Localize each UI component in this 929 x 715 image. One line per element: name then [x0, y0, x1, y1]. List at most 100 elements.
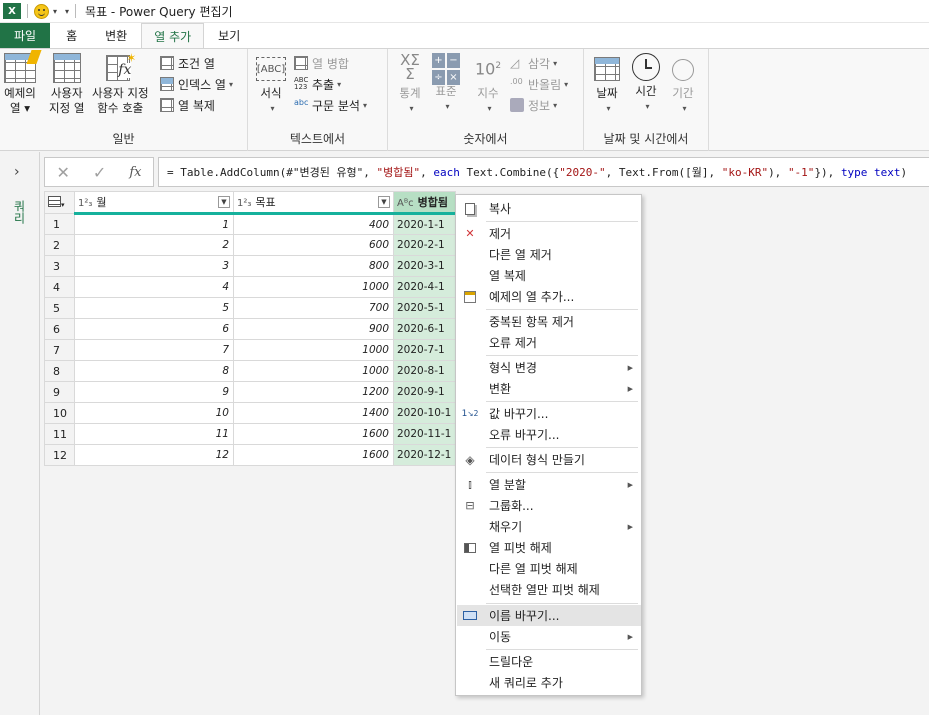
cell-goal[interactable]: 1200 [233, 381, 394, 403]
merge-columns-button[interactable]: 열 병합 [294, 53, 349, 73]
menu-item-change-type[interactable]: 형식 변경 ▶ [457, 357, 641, 378]
cell-goal[interactable]: 700 [233, 297, 394, 319]
statistics-button[interactable]: XΣ Σ 통계 ▾ [394, 53, 426, 116]
standard-button[interactable]: + − ÷ × 표준 ▾ [432, 53, 460, 114]
cell-goal[interactable]: 800 [233, 255, 394, 277]
filter-dropdown-icon[interactable]: ▼ [218, 196, 230, 208]
smiley-dropdown-icon[interactable]: ▾ [53, 7, 57, 16]
cell-goal[interactable]: 1000 [233, 276, 394, 298]
cell-goal[interactable]: 1600 [233, 423, 394, 445]
filter-dropdown-icon[interactable]: ▼ [378, 196, 390, 208]
tab-add-column[interactable]: 열 추가 [141, 23, 205, 48]
cell-month[interactable]: 5 [74, 297, 234, 319]
type-icon[interactable]: 1²₃ [237, 198, 251, 209]
format-button[interactable]: [ABC] 서식 ▾ [256, 53, 286, 116]
expand-chevron-icon[interactable]: › [14, 164, 20, 180]
cell-goal[interactable]: 400 [233, 213, 394, 235]
menu-item-copy[interactable]: 복사 [457, 198, 641, 219]
rounding-button[interactable]: .00 반올림 ▾ [510, 74, 568, 94]
menu-item-replace-errors[interactable]: 오류 바꾸기... [457, 424, 641, 445]
menu-item-remove-duplicates[interactable]: 중복된 항목 제거 [457, 311, 641, 332]
menu-item-duplicate-column[interactable]: 열 복제 [457, 265, 641, 286]
row-number[interactable]: 10 [44, 402, 75, 424]
menu-item-remove-other-columns[interactable]: 다른 열 제거 [457, 244, 641, 265]
custom-column-button[interactable]: 사용자 지정 열 [49, 53, 84, 116]
column-header-goal[interactable]: 1²₃ 목표 ▼ [233, 191, 394, 215]
information-button[interactable]: 정보 ▾ [510, 95, 557, 115]
menu-item-replace-values[interactable]: 1 ↘2 값 바꾸기... [457, 403, 641, 424]
date-button[interactable]: 날짜 ▾ [594, 53, 620, 116]
row-number[interactable]: 5 [44, 297, 75, 319]
menu-item-remove[interactable]: ✕ 제거 [457, 223, 641, 244]
tab-transform[interactable]: 변환 [91, 23, 141, 48]
row-number[interactable]: 4 [44, 276, 75, 298]
formula-input[interactable]: = Table.AddColumn(#"변경된 유형", "병합됨", each… [158, 157, 929, 187]
tab-home[interactable]: 홈 [50, 23, 91, 48]
quick-access-customize-icon[interactable]: ▾ [65, 7, 69, 16]
menu-item-unpivot-other-columns[interactable]: 다른 열 피벗 해제 [457, 558, 641, 579]
table-menu-button[interactable]: ▾ [44, 191, 75, 214]
menu-item-rename[interactable]: 이름 바꾸기... [457, 605, 641, 626]
tab-view[interactable]: 보기 [204, 23, 254, 48]
cell-month[interactable]: 8 [74, 360, 234, 382]
feedback-smiley-icon[interactable] [34, 3, 49, 19]
cell-goal[interactable]: 1000 [233, 339, 394, 361]
cell-goal[interactable]: 1400 [233, 402, 394, 424]
cell-month[interactable]: 7 [74, 339, 234, 361]
cell-goal[interactable]: 600 [233, 234, 394, 256]
column-from-examples-button[interactable]: 예제의 열 ▾ [4, 50, 42, 116]
menu-item-unpivot-selected-only[interactable]: 선택한 열만 피벗 해제 [457, 579, 641, 600]
cell-merged[interactable]: 2020-6-1 [393, 318, 456, 340]
cell-merged[interactable]: 2020-12-1 [393, 444, 456, 466]
type-icon[interactable]: Aᴮc [397, 198, 414, 209]
cell-merged[interactable]: 2020-8-1 [393, 360, 456, 382]
row-number[interactable]: 3 [44, 255, 75, 277]
conditional-column-button[interactable]: 조건 열 [160, 53, 215, 73]
row-number[interactable]: 8 [44, 360, 75, 382]
menu-item-move[interactable]: 이동 ▶ [457, 626, 641, 647]
row-number[interactable]: 9 [44, 381, 75, 403]
menu-item-remove-errors[interactable]: 오류 제거 [457, 332, 641, 353]
cell-month[interactable]: 4 [74, 276, 234, 298]
index-column-button[interactable]: 인덱스 열 ▾ [160, 74, 233, 94]
confirm-check-icon[interactable]: ✓ [93, 163, 106, 182]
duplicate-column-button[interactable]: 열 복제 [160, 95, 215, 115]
cell-merged[interactable]: 2020-7-1 [393, 339, 456, 361]
cell-merged[interactable]: 2020-5-1 [393, 297, 456, 319]
tab-file[interactable]: 파일 [0, 23, 51, 48]
cell-month[interactable]: 6 [74, 318, 234, 340]
type-icon[interactable]: 1²₃ [78, 198, 92, 209]
cell-month[interactable]: 2 [74, 234, 234, 256]
cell-month[interactable]: 3 [74, 255, 234, 277]
row-number[interactable]: 11 [44, 423, 75, 445]
menu-item-group-by[interactable]: ⊟ 그룹화... [457, 495, 641, 516]
extract-button[interactable]: ABC 123 추출 ▾ [294, 74, 341, 94]
invoke-custom-function-button[interactable]: fx ✶ 사용자 지정 함수 호출 [92, 51, 149, 116]
menu-item-drill-down[interactable]: 드릴다운 [457, 651, 641, 672]
menu-item-split-column[interactable]: ⫾ 열 분할 ▶ [457, 474, 641, 495]
insert-function-icon[interactable]: fx [129, 165, 141, 180]
cell-merged[interactable]: 2020-9-1 [393, 381, 456, 403]
menu-item-create-data-type[interactable]: ◈ 데이터 형식 만들기 [457, 449, 641, 470]
cell-goal[interactable]: 1600 [233, 444, 394, 466]
duration-button[interactable]: 기간 ▾ [672, 53, 694, 116]
trigonometry-button[interactable]: ◿ 삼각 ▾ [510, 53, 557, 73]
menu-item-unpivot-columns[interactable]: 열 피벗 해제 [457, 537, 641, 558]
cell-month[interactable]: 12 [74, 444, 234, 466]
cell-month[interactable]: 1 [74, 213, 234, 235]
row-number[interactable]: 6 [44, 318, 75, 340]
cell-month[interactable]: 9 [74, 381, 234, 403]
row-number[interactable]: 12 [44, 444, 75, 466]
cell-merged[interactable]: 2020-2-1 [393, 234, 456, 256]
menu-item-transform[interactable]: 변환 ▶ [457, 378, 641, 399]
row-number[interactable]: 1 [44, 213, 75, 235]
cell-month[interactable]: 10 [74, 402, 234, 424]
column-header-month[interactable]: 1²₃ 월 ▼ [74, 191, 234, 215]
menu-item-add-as-new-query[interactable]: 새 쿼리로 추가 [457, 672, 641, 693]
cell-month[interactable]: 11 [74, 423, 234, 445]
cell-goal[interactable]: 900 [233, 318, 394, 340]
time-button[interactable]: 시간 ▾ [632, 53, 660, 114]
menu-item-add-column-from-examples[interactable]: 예제의 열 추가... [457, 286, 641, 307]
cell-merged[interactable]: 2020-1-1 [393, 213, 456, 235]
cell-merged[interactable]: 2020-3-1 [393, 255, 456, 277]
